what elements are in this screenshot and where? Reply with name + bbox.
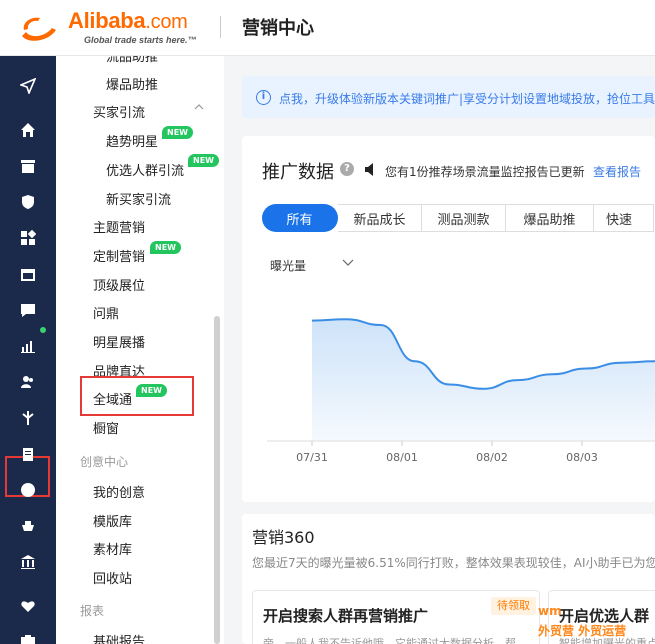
nav-group-buyer-traffic[interactable]: 买家引流 <box>93 102 145 121</box>
page-title: 营销中心 <box>242 18 314 39</box>
alibaba-logo[interactable]: Alibaba.com Global trade starts here.™ <box>16 8 216 46</box>
bar-chart-icon[interactable] <box>18 336 38 356</box>
section-creative-center: 创意中心 <box>80 455 129 469</box>
message-icon[interactable] <box>18 300 38 320</box>
nav-item-star-showcase[interactable]: 明星展播 <box>93 332 145 351</box>
x-tick-label: 08/02 <box>476 451 508 464</box>
metric-select[interactable]: 曝光量 <box>270 257 306 274</box>
calendar-icon[interactable] <box>18 264 38 284</box>
x-tick-label: 07/31 <box>296 451 328 464</box>
tab-product-testing[interactable]: 测品测款 <box>422 204 506 232</box>
performance-summary: 您最近7天的曝光量被6.51%同行打败，整体效果表现较佳，AI小助手已为您精 <box>252 556 655 570</box>
promo-card-search-retarget[interactable]: 开启搜索人群再营销推广 待领取 帝，一般人我不告诉他哦，它能通过大数据分析，帮 <box>252 590 540 644</box>
nav-item-template-library[interactable]: 模版库 <box>93 511 132 530</box>
logo-wordmark: Alibaba.com <box>68 8 188 33</box>
tab-all[interactable]: 所有 <box>262 204 338 232</box>
nav-item-wending[interactable]: 问鼎 <box>93 303 119 322</box>
nav-item-new-product-boost[interactable]: 流品助推 <box>106 56 158 65</box>
apps-icon[interactable] <box>18 228 38 248</box>
tab-new-growth[interactable]: 新品成长 <box>338 204 422 232</box>
new-badge: NEW <box>150 241 181 254</box>
help-icon[interactable]: ? <box>340 162 354 176</box>
pending-claim-tag[interactable]: 待领取 <box>491 597 536 615</box>
nav-item-new-buyer-traffic[interactable]: 新买家引流 <box>106 189 171 208</box>
promotion-data-card: 推广数据 ? 您有1份推荐场景流量监控报告已更新 查看报告 所有 新品成长 测品… <box>242 136 655 502</box>
chart-area <box>312 319 655 441</box>
sub-navigation: 流品助推 爆品助推 买家引流 趋势明星 NEW 优选人群引流 NEW 新买家引流… <box>56 56 224 644</box>
header-divider <box>220 16 221 38</box>
x-tick-label: 08/01 <box>386 451 418 464</box>
notice-text[interactable]: 点我，升级体验新版本关键词推广|享受分计划设置地域投放，抢位工具 <box>279 90 655 107</box>
exposure-chart: 07/31 08/01 08/02 08/03 <box>267 318 655 464</box>
new-badge: NEW <box>188 154 219 167</box>
watermark: 外贸营 外贸运营 <box>538 624 627 638</box>
new-badge: NEW <box>162 126 193 139</box>
tab-fast[interactable]: 快速 <box>594 204 654 232</box>
nav-item-preferred-audience[interactable]: 优选人群引流 <box>106 160 184 179</box>
shield-icon[interactable] <box>18 192 38 212</box>
card-title: 营销360 <box>252 528 315 547</box>
clipboard-icon[interactable] <box>18 444 38 464</box>
nav-item-asset-library[interactable]: 素材库 <box>93 539 132 558</box>
nav-item-custom-marketing[interactable]: 定制营销 <box>93 246 145 265</box>
scenario-tabs: 所有 新品成长 测品测款 爆品助推 快速 <box>262 204 654 232</box>
alibaba-logo-icon <box>22 17 56 41</box>
nav-item-theme-marketing[interactable]: 主题营销 <box>93 217 145 236</box>
nav-item-hot-product-boost[interactable]: 爆品助推 <box>106 74 158 93</box>
nav-item-top-placement[interactable]: 顶级展位 <box>93 275 145 294</box>
nav-item-showcase-window[interactable]: 橱窗 <box>93 418 119 437</box>
report-update-message: 您有1份推荐场景流量监控报告已更新 <box>385 165 585 179</box>
briefcase-icon[interactable] <box>18 630 38 644</box>
card-title: 推广数据 <box>262 162 334 183</box>
upgrade-notice[interactable]: i 点我，升级体验新版本关键词推广|享受分计划设置地域投放，抢位工具 <box>242 76 655 118</box>
notification-dot <box>40 327 46 333</box>
nav-item-recycle-bin[interactable]: 回收站 <box>93 568 132 587</box>
ship-icon[interactable] <box>18 516 38 536</box>
watermark: wm <box>538 604 562 618</box>
chevron-down-icon[interactable] <box>342 259 354 267</box>
app-root: Alibaba.com Global trade starts here.™ 营… <box>0 0 655 644</box>
users-icon[interactable] <box>18 372 38 392</box>
x-tick-label: 08/03 <box>566 451 598 464</box>
speaker-icon <box>365 163 373 176</box>
heart-icon[interactable] <box>18 596 38 616</box>
nav-item-basic-report[interactable]: 基础报告 <box>93 631 145 644</box>
nav-scrollbar[interactable] <box>214 316 220 644</box>
info-icon: i <box>256 90 271 105</box>
store-icon[interactable] <box>18 156 38 176</box>
globe-icon[interactable] <box>18 480 38 500</box>
promo-desc: 帝，一般人我不告诉他哦，它能通过大数据分析，帮 <box>263 637 516 644</box>
chevron-up-icon[interactable] <box>194 102 204 112</box>
promo-title: 开启搜索人群再营销推广 <box>263 607 429 625</box>
omnichannel-highlight <box>80 376 194 416</box>
nav-item-trend-star[interactable]: 趋势明星 <box>106 131 158 150</box>
home-icon[interactable] <box>18 120 38 140</box>
marketing-icon[interactable] <box>18 408 38 428</box>
top-header: Alibaba.com Global trade starts here.™ 营… <box>0 0 655 56</box>
tab-hot-boost[interactable]: 爆品助推 <box>506 204 594 232</box>
nav-item-my-creative[interactable]: 我的创意 <box>93 482 145 501</box>
logo-tagline: Global trade starts here.™ <box>84 35 197 45</box>
bank-icon[interactable] <box>18 552 38 572</box>
icon-rail <box>0 56 56 644</box>
marketing-360-card: 营销360 您最近7天的曝光量被6.51%同行打败，整体效果表现较佳，AI小助手… <box>242 514 655 644</box>
section-reports: 报表 <box>80 604 105 618</box>
send-icon[interactable] <box>18 76 38 96</box>
view-report-link[interactable]: 查看报告 <box>593 163 641 180</box>
